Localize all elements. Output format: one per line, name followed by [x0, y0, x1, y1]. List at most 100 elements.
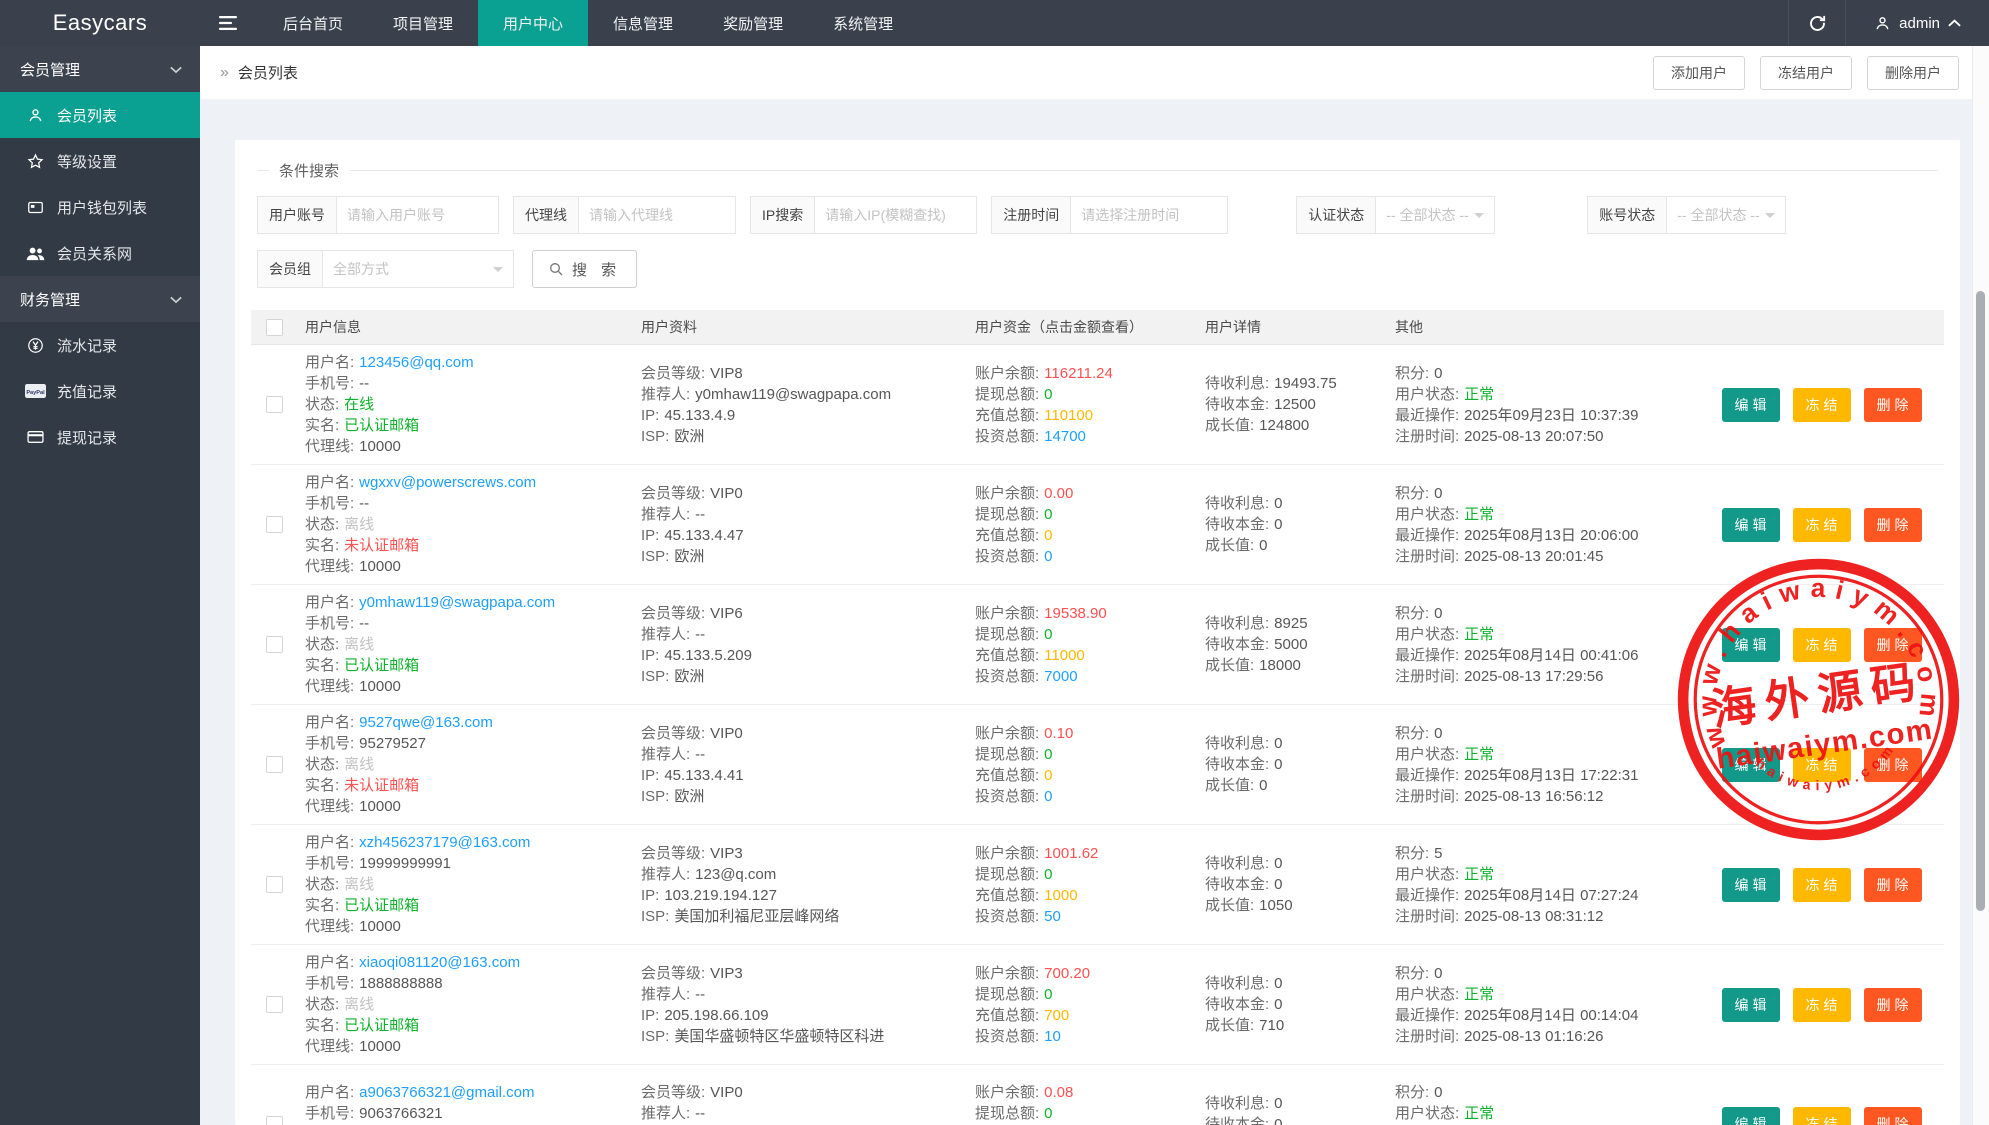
scrollbar-thumb[interactable] [1976, 291, 1985, 911]
delete-button[interactable]: 删除 [1864, 748, 1922, 782]
user-link[interactable]: xiaoqi081120@163.com [359, 954, 520, 971]
chevron-down-icon [493, 267, 503, 277]
field-label: 提现总额: [975, 746, 1039, 763]
select-all-checkbox[interactable] [266, 319, 283, 336]
user-link[interactable]: y0mhaw119@swagpapa.com [359, 594, 555, 611]
field-label: 待收本金: [1205, 516, 1269, 533]
user-link[interactable]: a9063766321@gmail.com [359, 1084, 534, 1101]
delete-button[interactable]: 删除 [1864, 388, 1922, 422]
freeze-button[interactable]: 冻结 [1793, 868, 1851, 902]
field-label: 投资总额: [975, 1028, 1039, 1045]
filter-input[interactable] [336, 196, 499, 234]
sidebar-group-header[interactable]: 财务管理 [0, 276, 200, 322]
filter-input[interactable] [578, 196, 736, 234]
edit-button[interactable]: 编辑 [1722, 988, 1780, 1022]
field-label: 状态: [305, 396, 339, 413]
row-checkbox[interactable] [266, 756, 283, 773]
filter-input[interactable] [1070, 196, 1228, 234]
nav-item[interactable]: 奖励管理 [698, 0, 808, 46]
row-checkbox[interactable] [266, 996, 283, 1013]
row-checkbox[interactable] [266, 1116, 283, 1125]
field-line: 待收本金:0 [1205, 1114, 1379, 1125]
field-value: 10000 [359, 918, 401, 935]
field-value: -- [695, 986, 705, 1003]
user-other-cell: 积分:0用户状态:正常最近操作:2025年08月14日 00:41:06注册时间… [1387, 585, 1697, 704]
edit-button[interactable]: 编辑 [1722, 508, 1780, 542]
delete-button[interactable]: 删除 [1864, 508, 1922, 542]
sidebar-item[interactable]: PayPal充值记录 [0, 368, 200, 414]
field-label: 用户状态: [1395, 386, 1459, 403]
user-link[interactable]: xzh456237179@163.com [359, 834, 530, 851]
toolbar-button[interactable]: 冻结用户 [1760, 56, 1852, 90]
nav-item[interactable]: 后台首页 [258, 0, 368, 46]
field-line: 充值总额:700 [975, 1005, 1189, 1026]
sidebar-item[interactable]: 会员关系网 [0, 230, 200, 276]
user-profile-cell: 会员等级:VIP6推荐人:--IP:45.133.5.209ISP:欧洲 [633, 585, 967, 704]
row-checkbox[interactable] [266, 396, 283, 413]
delete-button[interactable]: 删除 [1864, 868, 1922, 902]
field-line: 实名:已认证邮箱 [305, 655, 625, 676]
user-other-cell: 积分:0用户状态:正常最近操作:2025年08月13日 20:06:00注册时间… [1387, 465, 1697, 584]
nav-item[interactable]: 系统管理 [808, 0, 918, 46]
nav-item[interactable]: 项目管理 [368, 0, 478, 46]
row-checkbox[interactable] [266, 636, 283, 653]
sidebar-item[interactable]: 流水记录 [0, 322, 200, 368]
search-button[interactable]: 搜 索 [532, 250, 637, 288]
sidebar-item[interactable]: 用户钱包列表 [0, 184, 200, 230]
edit-button[interactable]: 编辑 [1722, 388, 1780, 422]
filter-select[interactable]: 全部方式 [322, 250, 514, 288]
freeze-button[interactable]: 冻结 [1793, 628, 1851, 662]
row-checkbox[interactable] [266, 876, 283, 893]
field-label: 用户状态: [1395, 626, 1459, 643]
field-label: 投资总额: [975, 788, 1039, 805]
edit-button[interactable]: 编辑 [1722, 1107, 1780, 1125]
nav-item[interactable]: 信息管理 [588, 0, 698, 46]
filter-select[interactable]: -- 全部状态 -- [1375, 196, 1495, 234]
user-link[interactable]: 123456@qq.com [359, 354, 473, 371]
user-profile-cell: 会员等级:VIP0推荐人:--IP:45.133.4.41ISP:欧洲 [633, 705, 967, 824]
sidebar-group-header[interactable]: 会员管理 [0, 46, 200, 92]
paypal-icon: PayPal [24, 384, 46, 398]
toolbar-button[interactable]: 添加用户 [1653, 56, 1745, 90]
user-link[interactable]: wgxxv@powerscrews.com [359, 474, 536, 491]
field-value: 正常 [1464, 746, 1494, 763]
sidebar-item[interactable]: 提现记录 [0, 414, 200, 460]
edit-button[interactable]: 编辑 [1722, 748, 1780, 782]
field-line: 账户余额:0.08 [975, 1082, 1189, 1103]
field-label: 成长值: [1205, 777, 1254, 794]
menu-toggle-icon[interactable] [200, 0, 258, 46]
sidebar-item[interactable]: 会员列表 [0, 92, 200, 138]
freeze-button[interactable]: 冻结 [1793, 508, 1851, 542]
field-label: 待收本金: [1205, 756, 1269, 773]
toolbar-button[interactable]: 删除用户 [1867, 56, 1959, 90]
delete-button[interactable]: 删除 [1864, 628, 1922, 662]
user-info-cell: 用户名:9527qwe@163.com手机号:95279527状态:离线实名:未… [297, 705, 633, 824]
field-label: 代理线: [305, 1038, 354, 1055]
freeze-button[interactable]: 冻结 [1793, 748, 1851, 782]
field-label: IP: [641, 527, 659, 544]
field-label: 推荐人: [641, 626, 690, 643]
filter-input[interactable] [814, 196, 977, 234]
delete-button[interactable]: 删除 [1864, 988, 1922, 1022]
edit-button[interactable]: 编辑 [1722, 868, 1780, 902]
freeze-button[interactable]: 冻结 [1793, 1107, 1851, 1125]
scrollbar-track[interactable] [1972, 46, 1989, 1125]
filter-select[interactable]: -- 全部状态 -- [1666, 196, 1786, 234]
refresh-button[interactable] [1788, 0, 1846, 46]
sidebar-group-label: 会员管理 [20, 59, 80, 80]
user-menu[interactable]: admin [1846, 0, 1989, 46]
sidebar-item[interactable]: 等级设置 [0, 138, 200, 184]
user-link[interactable]: 9527qwe@163.com [359, 714, 493, 731]
freeze-button[interactable]: 冻结 [1793, 988, 1851, 1022]
row-checkbox[interactable] [266, 516, 283, 533]
edit-button[interactable]: 编辑 [1722, 628, 1780, 662]
nav-item[interactable]: 用户中心 [478, 0, 588, 46]
field-label: 注册时间: [1395, 548, 1459, 565]
filter-row-1: 用户账号代理线IP搜索注册时间认证状态-- 全部状态 --账号状态-- 全部状态… [257, 196, 1938, 234]
freeze-button[interactable]: 冻结 [1793, 388, 1851, 422]
field-label: ISP: [641, 908, 669, 925]
filter-select-value: 全部方式 [333, 259, 389, 279]
field-value: 0 [1044, 548, 1052, 565]
field-value: 已认证邮箱 [344, 417, 419, 434]
delete-button[interactable]: 删除 [1864, 1107, 1922, 1125]
